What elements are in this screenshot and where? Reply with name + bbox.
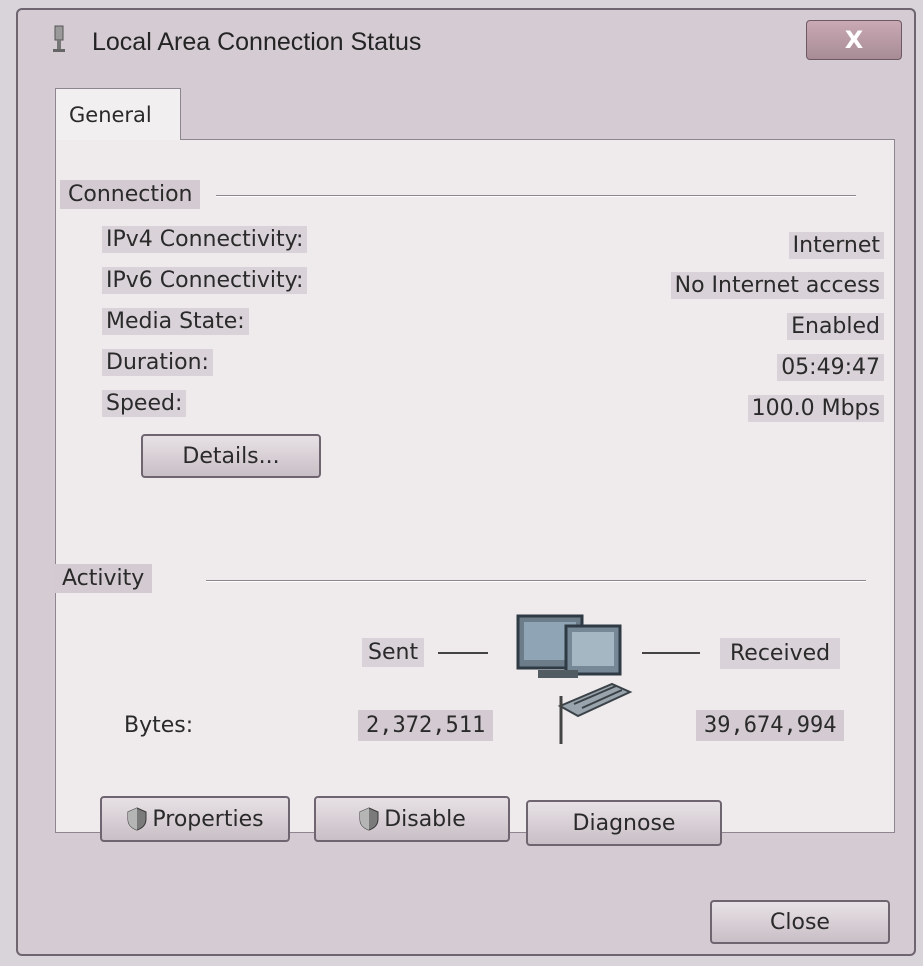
details-button[interactable]: Details... — [141, 434, 321, 478]
activity-divider — [206, 580, 866, 582]
network-computers-icon — [516, 614, 633, 718]
tab-general[interactable]: General — [55, 88, 181, 140]
network-connection-icon — [53, 25, 65, 52]
tab-panel-general: Connection IPv4 Connectivity: Internet I… — [54, 139, 895, 846]
disable-button[interactable]: Disable — [314, 796, 510, 842]
duration-label: Duration: — [102, 349, 213, 376]
bytes-label: Bytes: — [124, 713, 194, 738]
bytes-sent-value: 2,372,511 — [358, 710, 494, 741]
media-state-label: Media State: — [102, 308, 249, 335]
ipv6-label: IPv6 Connectivity: — [102, 267, 308, 294]
uac-shield-icon — [127, 807, 147, 831]
diagnose-button[interactable]: Diagnose — [526, 800, 722, 846]
connection-group-heading: Connection — [60, 180, 201, 209]
properties-button[interactable]: Properties — [100, 796, 290, 842]
speed-label: Speed: — [102, 390, 187, 417]
duration-value: 05:49:47 — [777, 354, 884, 381]
uac-shield-icon — [359, 807, 379, 831]
sent-arrow-line — [438, 652, 488, 654]
activity-group-heading: Activity — [54, 564, 153, 593]
activity-separator — [559, 696, 563, 744]
ipv4-value: Internet — [788, 232, 884, 259]
bytes-received-value: 39,674,994 — [696, 710, 845, 741]
title-bar[interactable]: Local Area Connection Status X — [18, 10, 914, 74]
received-label: Received — [720, 638, 841, 669]
media-state-value: Enabled — [787, 313, 884, 340]
connection-divider — [216, 195, 856, 197]
close-button[interactable]: Close — [710, 900, 890, 944]
properties-label: Properties — [152, 806, 264, 832]
sent-label: Sent — [362, 638, 425, 667]
window-title: Local Area Connection Status — [92, 28, 422, 56]
status-dialog: Local Area Connection Status X General C… — [16, 8, 916, 956]
speed-value: 100.0 Mbps — [747, 395, 884, 422]
ipv6-value: No Internet access — [670, 272, 884, 299]
disable-label: Disable — [384, 806, 466, 832]
ipv4-label: IPv4 Connectivity: — [102, 226, 308, 253]
received-arrow-line — [642, 652, 700, 654]
title-close-button[interactable]: X — [806, 20, 902, 60]
